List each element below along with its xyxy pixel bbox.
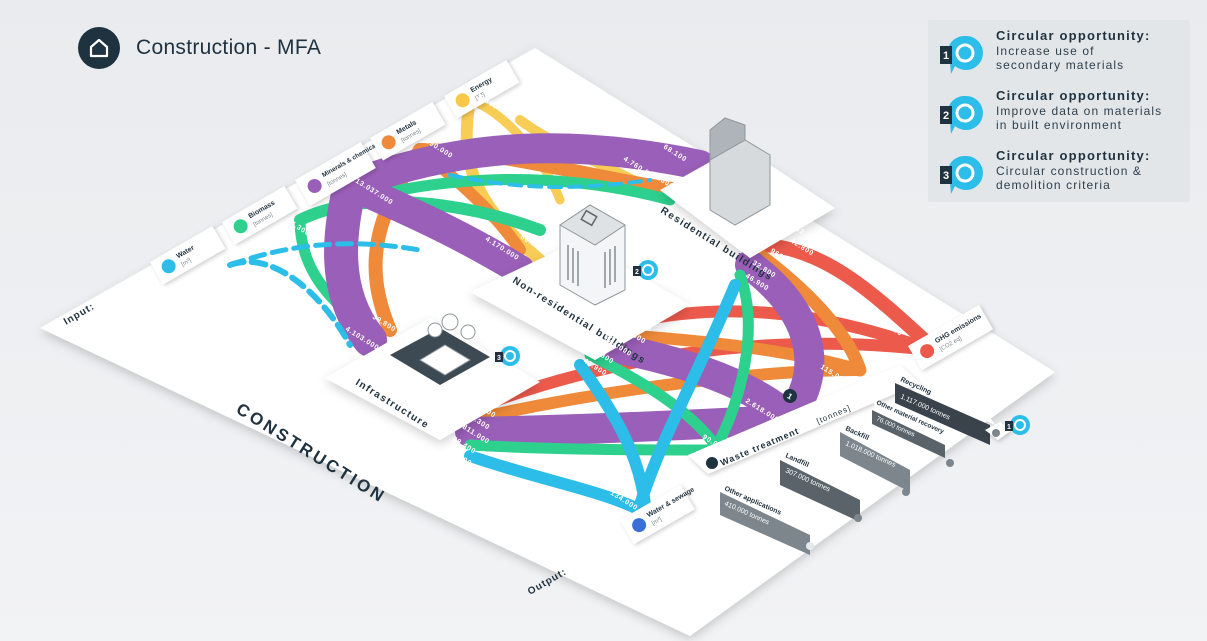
backfill-icon — [902, 488, 910, 496]
recycle-icon — [992, 429, 1000, 437]
other-apps-icon — [806, 542, 814, 550]
recycling-badge-number: 1 — [1007, 424, 1011, 431]
legend-item-3[interactable]: 3 Circular opportunity: Circular constru… — [928, 146, 1190, 202]
tree-icon — [427, 322, 443, 338]
biomass-out-flow — [464, 439, 718, 456]
mfa-stage: Construction - MFA Water [m³] Biomass [t… — [0, 0, 1207, 641]
recovery-icon — [946, 459, 954, 467]
opportunity-2-number: 2 — [943, 110, 949, 122]
opportunity-3-number: 3 — [943, 170, 949, 182]
opportunity-text-line: demolition criteria — [996, 178, 1111, 192]
nonres-badge-number: 2 — [635, 269, 639, 276]
opportunity-legend: 1 Circular opportunity: Increase use of … — [928, 20, 1190, 202]
legend-item-2[interactable]: 2 Circular opportunity: Improve data on … — [928, 86, 1190, 142]
opportunity-text-line: secondary materials — [996, 58, 1125, 72]
waste-icon — [706, 457, 718, 469]
landfill-icon — [854, 514, 862, 522]
opportunity-title: Circular opportunity: — [996, 88, 1151, 103]
opportunity-title: Circular opportunity: — [996, 28, 1151, 43]
opportunity-text-line: Circular construction & — [996, 164, 1143, 178]
infra-badge-number: 3 — [497, 355, 501, 362]
opportunity-text-line: in built environment — [996, 118, 1123, 132]
opportunity-3-icon: 3 — [940, 155, 983, 194]
opportunity-text-line: Improve data on materials — [996, 104, 1163, 118]
opportunity-text-line: Increase use of — [996, 44, 1095, 58]
opportunity-title: Circular opportunity: — [996, 148, 1151, 163]
opportunity-1-icon: 1 — [940, 35, 983, 74]
tree-icon — [441, 313, 459, 331]
output-label: Output: — [526, 567, 569, 598]
opportunity-1-number: 1 — [943, 50, 949, 62]
legend-item-1[interactable]: 1 Circular opportunity: Increase use of … — [928, 26, 1190, 82]
tree-icon — [460, 324, 476, 340]
opportunity-2-icon: 2 — [940, 95, 983, 134]
